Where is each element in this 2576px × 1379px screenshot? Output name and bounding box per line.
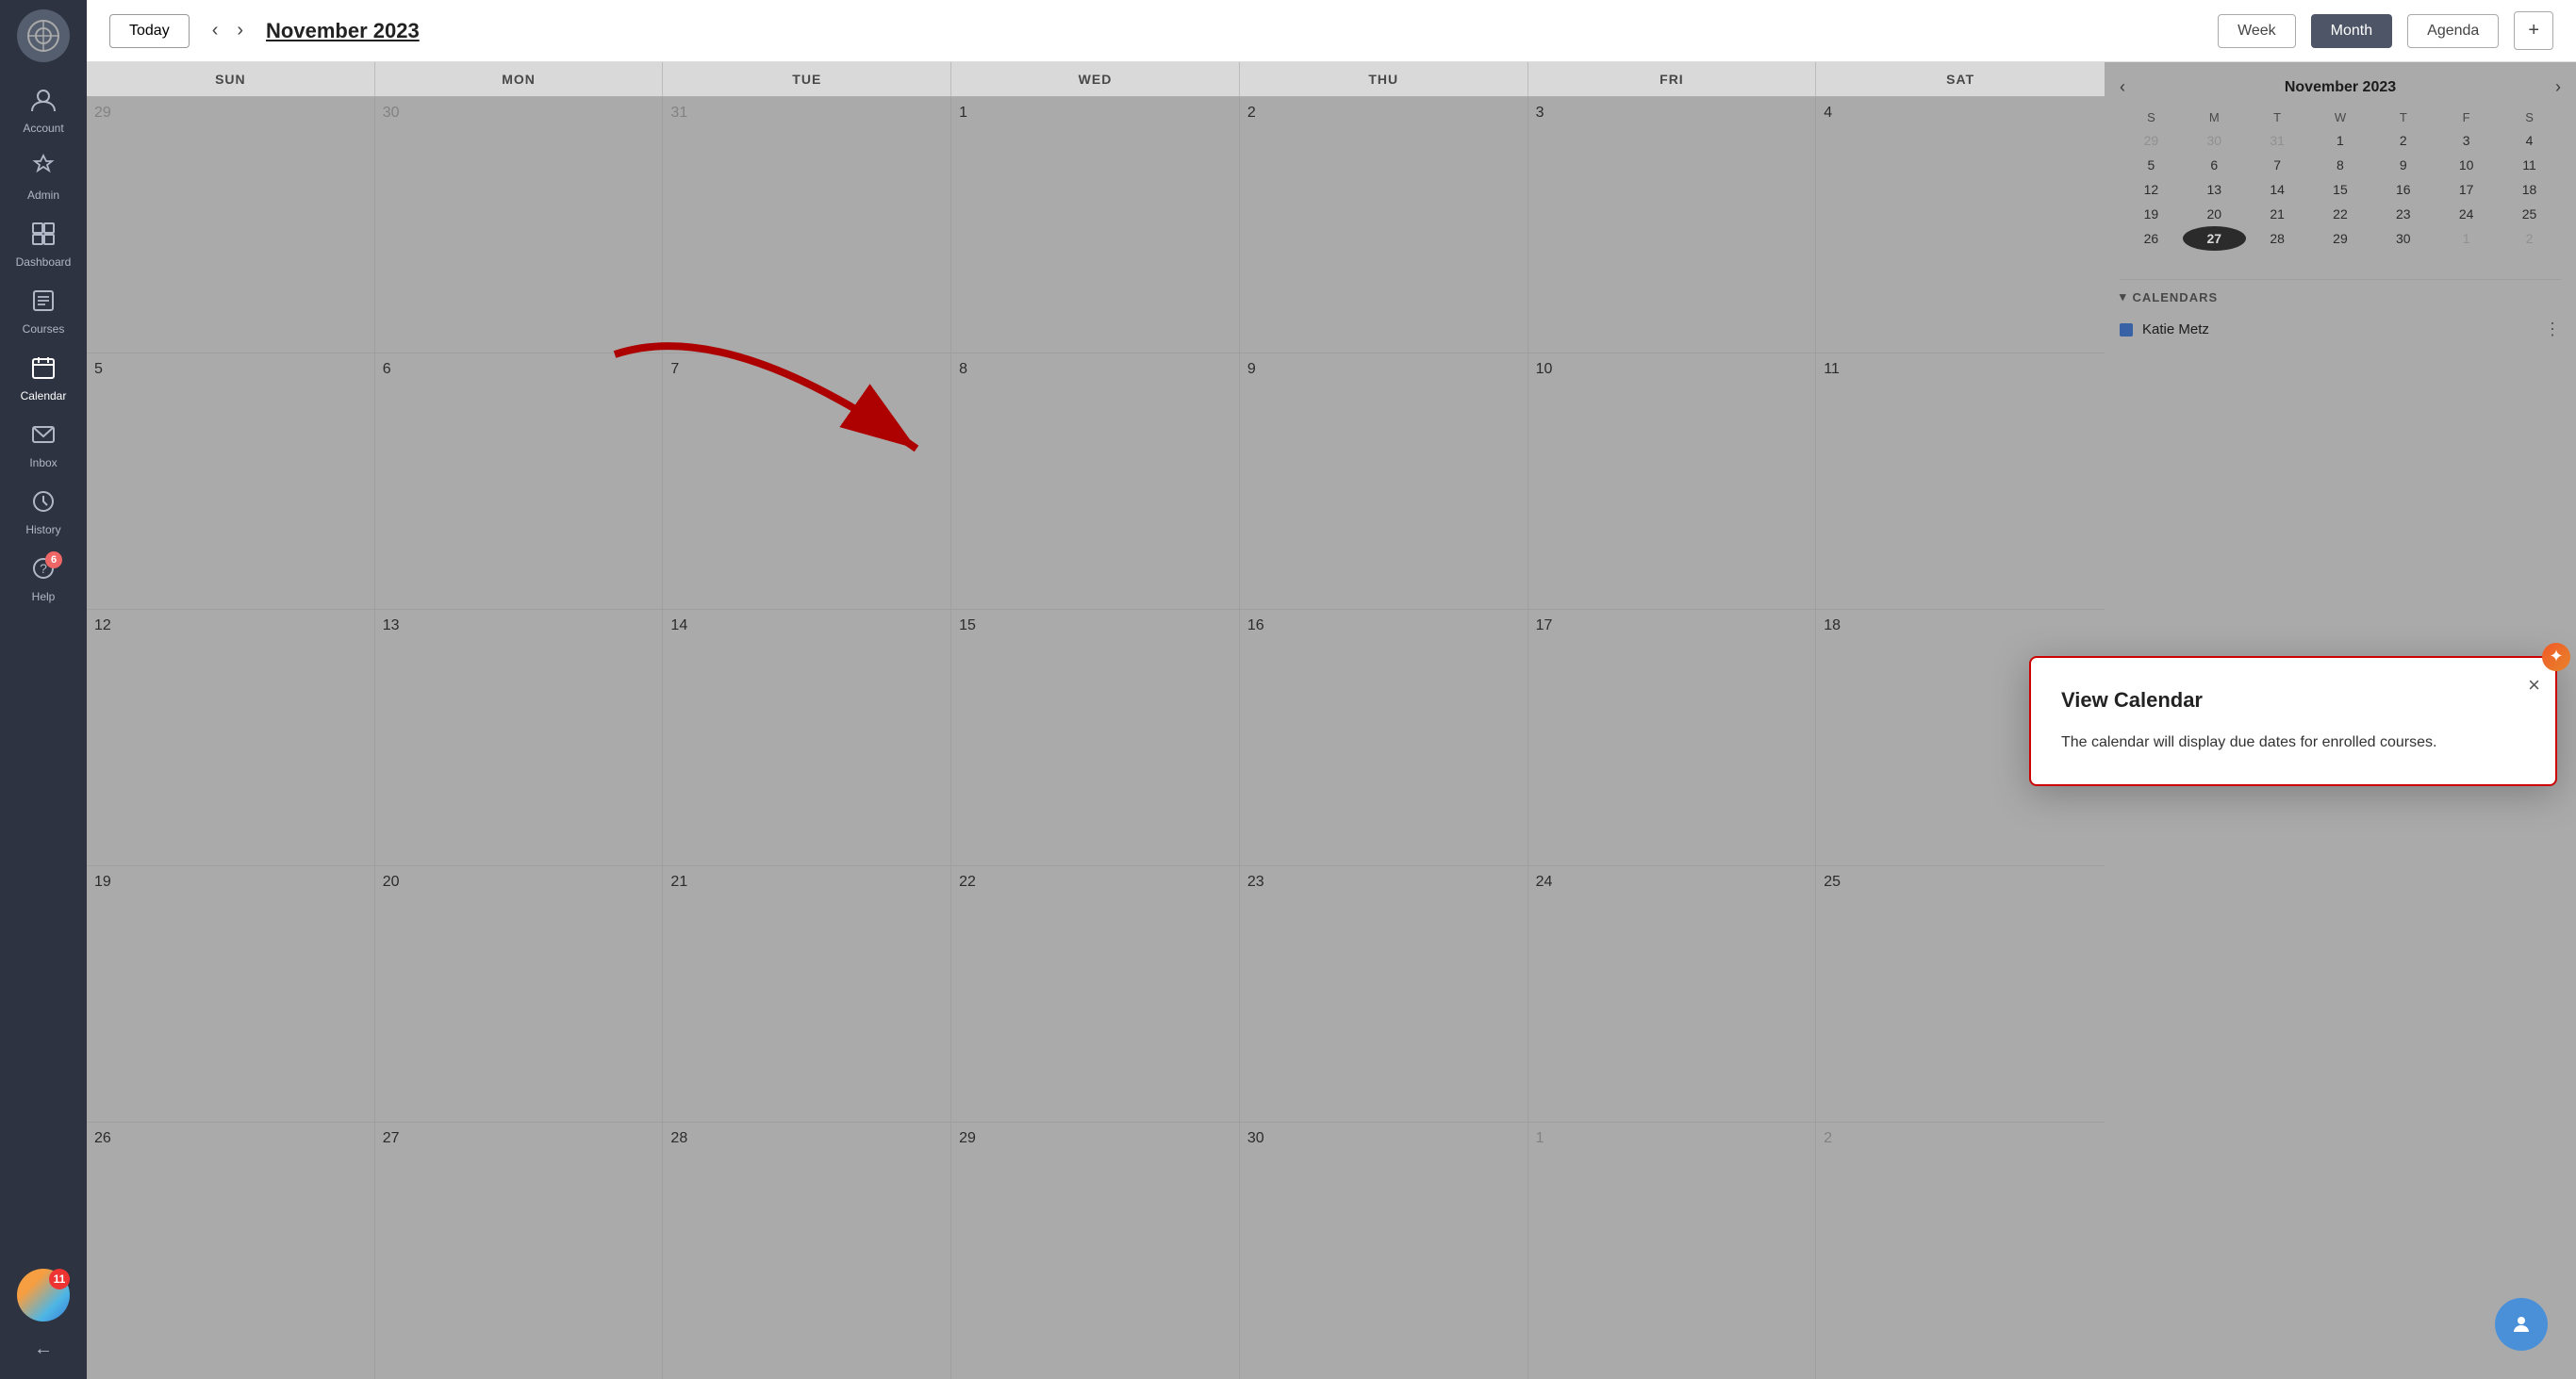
sidebar-label-calendar: Calendar (21, 389, 67, 402)
sidebar-label-dashboard: Dashboard (16, 255, 72, 269)
fab-orange[interactable]: ✦ (2542, 643, 2570, 671)
sidebar-label-help: Help (32, 590, 56, 603)
modal-title: View Calendar (2061, 688, 2525, 713)
courses-icon (30, 287, 57, 319)
week-view-button[interactable]: Week (2218, 14, 2296, 48)
modal-dialog: View Calendar × The calendar will displa… (2029, 656, 2557, 786)
sidebar-label-admin: Admin (27, 189, 59, 202)
nav-arrows: ‹ › (205, 16, 251, 45)
dashboard-icon (30, 221, 57, 252)
today-button[interactable]: Today (109, 14, 190, 48)
sidebar-item-history[interactable]: History (0, 479, 87, 546)
add-event-button[interactable]: + (2514, 11, 2553, 50)
inbox-icon (30, 421, 57, 452)
agenda-view-button[interactable]: Agenda (2407, 14, 2499, 48)
fab-blue-button[interactable] (2495, 1298, 2548, 1351)
admin-icon (30, 154, 57, 185)
fab-container (2495, 1298, 2548, 1351)
account-icon (30, 87, 57, 118)
sidebar-bottom: 11 ← (0, 1269, 87, 1379)
modal-body: The calendar will display due dates for … (2061, 731, 2525, 754)
next-button[interactable]: › (229, 16, 251, 45)
sidebar: Account Admin Dashboard Courses Calendar… (0, 0, 87, 1379)
sidebar-label-history: History (25, 523, 60, 536)
sidebar-item-calendar[interactable]: Calendar (0, 345, 87, 412)
help-badge-icon: ? 6 (30, 555, 57, 586)
month-title: November 2023 (266, 19, 420, 43)
collapse-button[interactable]: ← (26, 1331, 60, 1368)
sidebar-label-courses: Courses (23, 322, 65, 336)
calendar-toolbar: Today ‹ › November 2023 Week Month Agend… (87, 0, 2576, 62)
fab-orange-icon: ✦ (2549, 647, 2563, 666)
sidebar-item-help[interactable]: ? 6 Help (0, 546, 87, 613)
app-logo[interactable] (17, 9, 70, 62)
sidebar-item-dashboard[interactable]: Dashboard (0, 211, 87, 278)
sidebar-label-account: Account (23, 122, 63, 135)
history-icon (30, 488, 57, 519)
month-view-button[interactable]: Month (2311, 14, 2392, 48)
modal-container: ✦ View Calendar × The calendar will disp… (2029, 656, 2557, 786)
prev-button[interactable]: ‹ (205, 16, 226, 45)
modal-close-button[interactable]: × (2528, 673, 2540, 698)
calendar-icon (30, 354, 57, 386)
notification-avatar[interactable]: 11 (17, 1269, 70, 1322)
sidebar-item-courses[interactable]: Courses (0, 278, 87, 345)
modal-overlay: ✦ View Calendar × The calendar will disp… (87, 62, 2576, 1379)
sidebar-item-account[interactable]: Account (0, 77, 87, 144)
sidebar-item-admin[interactable]: Admin (0, 144, 87, 211)
help-badge-count: 6 (45, 551, 62, 568)
main-content: Today ‹ › November 2023 Week Month Agend… (87, 0, 2576, 1379)
sidebar-item-inbox[interactable]: Inbox (0, 412, 87, 479)
sidebar-label-inbox: Inbox (29, 456, 57, 469)
notification-count: 11 (49, 1269, 70, 1289)
